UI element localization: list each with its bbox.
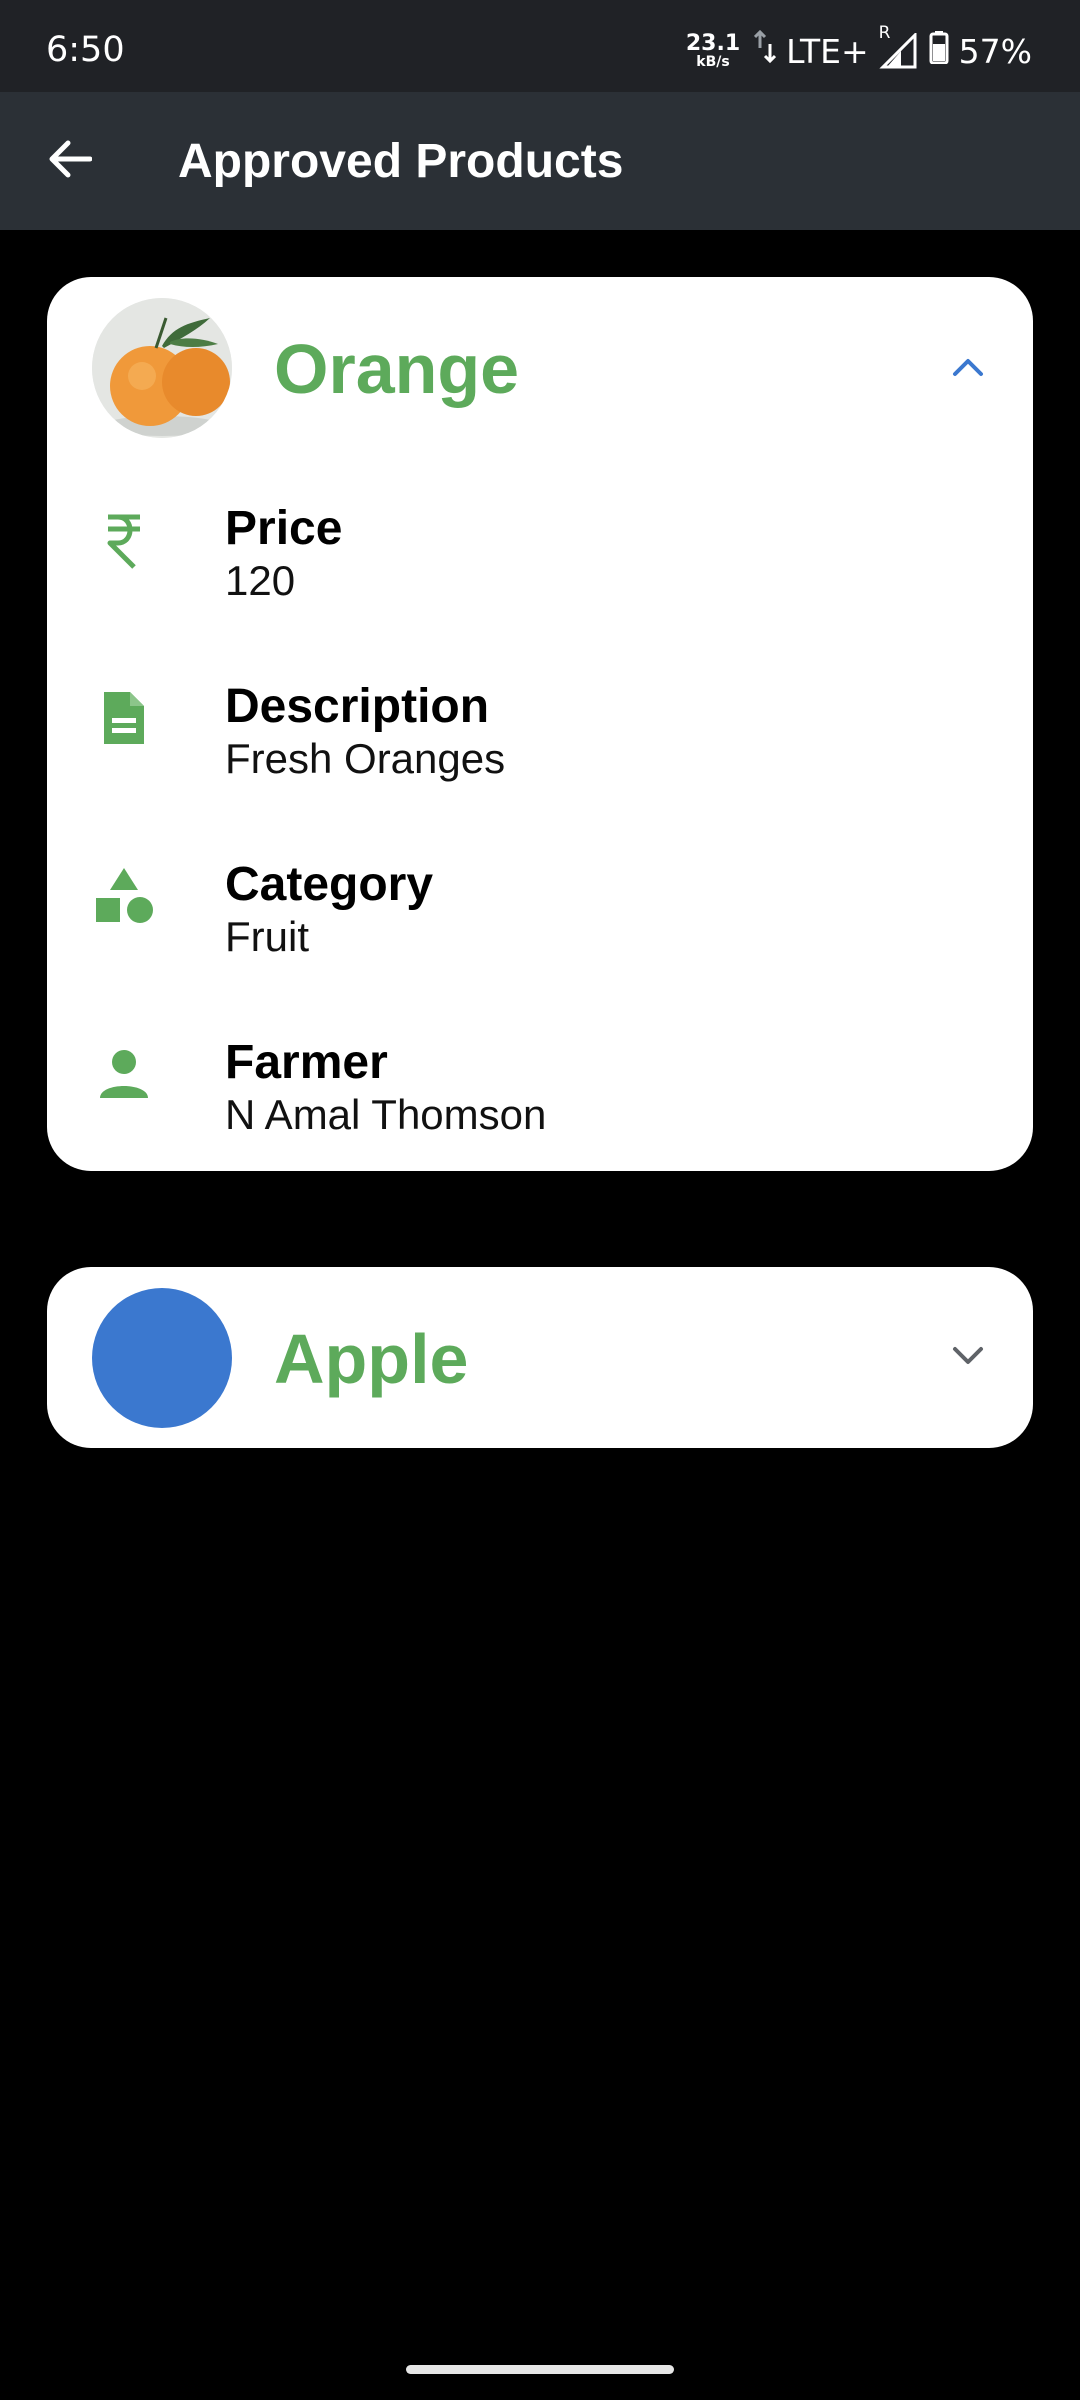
price-label: Price bbox=[225, 502, 343, 555]
network-speed: 23.1 kB/s bbox=[685, 31, 741, 70]
rupee-icon bbox=[89, 505, 159, 575]
person-icon bbox=[89, 1039, 159, 1109]
page-title: Approved Products bbox=[178, 135, 624, 188]
detail-row-farmer: Farmer N Amal Thomson bbox=[47, 1021, 1033, 1138]
data-transfer-icon bbox=[754, 29, 777, 72]
detail-row-category: Category Fruit bbox=[47, 843, 1033, 960]
home-indicator[interactable] bbox=[406, 2365, 674, 2374]
arrow-left-icon bbox=[48, 139, 93, 184]
price-value: 120 bbox=[225, 557, 296, 604]
description-label: Description bbox=[225, 680, 490, 733]
app-bar: Approved Products bbox=[0, 92, 1080, 230]
network-speed-value: 23.1 bbox=[685, 31, 741, 56]
network-speed-unit: kB/s bbox=[696, 54, 730, 70]
collapse-button[interactable] bbox=[938, 339, 998, 399]
status-indicators: 23.1 kB/s LTE+ R 57% bbox=[685, 23, 1032, 72]
status-bar: 6:50 23.1 kB/s LTE+ R 57% bbox=[0, 0, 1080, 92]
detail-row-description: Description Fresh Oranges bbox=[47, 665, 1033, 782]
product-image-orange bbox=[92, 298, 232, 438]
description-icon bbox=[89, 683, 159, 753]
chevron-up-icon bbox=[952, 357, 984, 382]
product-card-apple[interactable]: Apple bbox=[47, 1267, 1033, 1448]
product-card-orange: Orange Price 120 Description Fresh Orang… bbox=[47, 277, 1033, 1171]
category-label: Category bbox=[225, 858, 434, 911]
farmer-value: N Amal Thomson bbox=[225, 1091, 547, 1138]
network-type: LTE+ bbox=[786, 31, 869, 71]
category-value: Fruit bbox=[225, 913, 309, 960]
product-image-apple bbox=[92, 1288, 232, 1428]
description-value: Fresh Oranges bbox=[225, 735, 506, 782]
back-button[interactable] bbox=[38, 129, 102, 193]
signal-icon: R bbox=[879, 23, 919, 69]
expand-button[interactable] bbox=[938, 1328, 998, 1388]
product-name: Orange bbox=[274, 330, 520, 408]
battery-icon bbox=[929, 30, 949, 72]
chevron-down-icon bbox=[952, 1346, 984, 1371]
farmer-label: Farmer bbox=[225, 1036, 388, 1089]
category-icon bbox=[89, 861, 159, 931]
detail-row-price: Price 120 bbox=[47, 487, 1033, 604]
battery-level: 57% bbox=[958, 31, 1032, 71]
product-name: Apple bbox=[274, 1320, 469, 1398]
status-time: 6:50 bbox=[46, 30, 125, 70]
